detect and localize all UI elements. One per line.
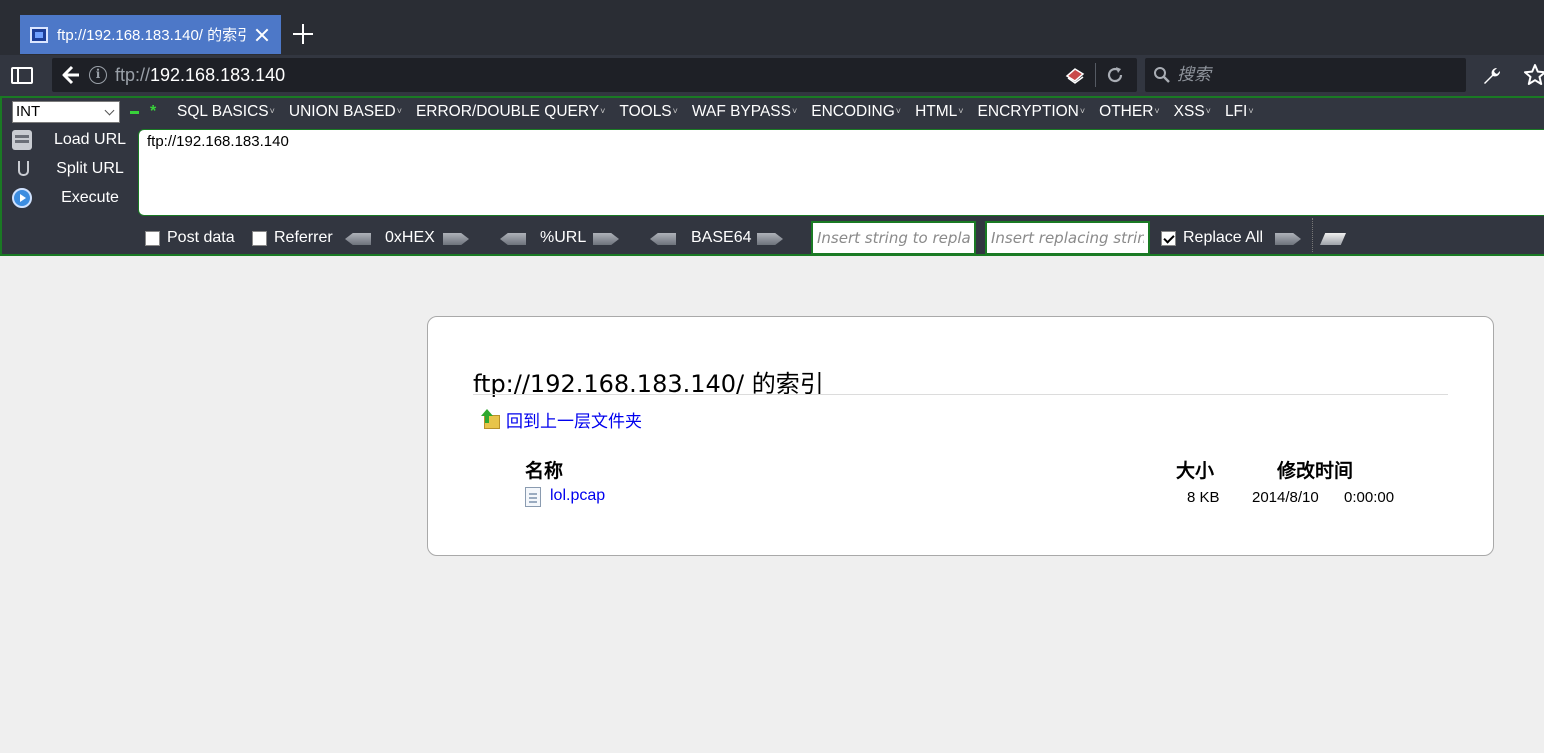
- reload-icon[interactable]: [1105, 65, 1125, 85]
- hackbar-separator: [1312, 218, 1313, 252]
- file-icon: [525, 487, 541, 507]
- address-bar[interactable]: i ftp://192.168.183.140: [52, 58, 1137, 92]
- post-data-checkbox[interactable]: Post data: [145, 229, 235, 247]
- split-url-label: Split URL: [56, 160, 124, 177]
- menu-union-based[interactable]: UNION BASED: [289, 103, 402, 121]
- replace-all-checkbox[interactable]: Replace All: [1161, 229, 1263, 247]
- file-size: 8 KB: [1187, 489, 1220, 506]
- folder-up-icon: [481, 408, 501, 431]
- referrer-checkbox-box[interactable]: [252, 230, 267, 246]
- url-text[interactable]: ftp://192.168.183.140: [115, 65, 285, 86]
- search-input[interactable]: [1177, 58, 1457, 92]
- base64-label: BASE64: [691, 229, 752, 246]
- injection-type-select[interactable]: INT: [12, 101, 120, 123]
- search-icon: [1153, 66, 1171, 84]
- column-modified-header: 修改时间: [1277, 460, 1354, 482]
- split-url-button[interactable]: Split URL: [12, 157, 130, 181]
- table-row: lol.pcap 8 KB 2014/8/10 0:00:00: [525, 486, 1425, 508]
- tab-title: ftp://192.168.183.140/ 的索引: [57, 27, 247, 44]
- file-date: 2014/8/10: [1252, 489, 1319, 506]
- column-size-header: 大小: [1176, 460, 1215, 482]
- replace-all-label: Replace All: [1183, 229, 1264, 246]
- navigation-bar: i ftp://192.168.183.140: [0, 55, 1544, 96]
- replace-apply-arrow-icon[interactable]: [1275, 233, 1301, 245]
- load-url-icon: [12, 130, 32, 150]
- info-icon[interactable]: i: [89, 66, 107, 84]
- url-host: 192.168.183.140: [150, 65, 286, 85]
- computer-icon: [30, 26, 48, 43]
- file-name-link[interactable]: lol.pcap: [550, 487, 605, 505]
- referrer-checkbox[interactable]: Referrer: [252, 229, 333, 247]
- menu-error-double-query[interactable]: ERROR/DOUBLE QUERY: [416, 103, 605, 121]
- replace-string-input[interactable]: [811, 221, 976, 255]
- menu-encoding[interactable]: ENCODING: [811, 103, 901, 121]
- execute-label: Execute: [61, 189, 119, 206]
- url-label: %URL: [540, 229, 587, 246]
- decrease-icon[interactable]: [130, 111, 139, 114]
- hackbar-panel: INT * SQL BASICS UNION BASED ERROR/DOUBL…: [0, 96, 1544, 256]
- post-data-label: Post data: [167, 229, 235, 246]
- sidebar-toggle-icon[interactable]: [11, 67, 33, 84]
- base64-decode-arrow-icon[interactable]: [650, 233, 676, 245]
- hackbar-menu: SQL BASICS UNION BASED ERROR/DOUBLE QUER…: [177, 103, 1268, 121]
- menu-encryption[interactable]: ENCRYPTION: [978, 103, 1086, 121]
- post-data-checkbox-box[interactable]: [145, 230, 160, 246]
- menu-sql-basics[interactable]: SQL BASICS: [177, 103, 275, 121]
- menu-html[interactable]: HTML: [915, 103, 963, 121]
- menu-waf-bypass[interactable]: WAF BYPASS: [692, 103, 797, 121]
- menu-lfi[interactable]: LFI: [1225, 103, 1254, 121]
- increase-icon[interactable]: *: [150, 103, 156, 121]
- hex-label: 0xHEX: [385, 229, 435, 246]
- close-tab-icon[interactable]: [253, 26, 271, 44]
- hackbar-url-textarea[interactable]: ftp://192.168.183.140: [138, 129, 1544, 216]
- url-scheme: ftp://: [115, 65, 151, 85]
- new-tab-plus-icon[interactable]: [290, 21, 316, 47]
- url-bar-separator: [1095, 63, 1096, 87]
- menu-other[interactable]: OTHER: [1099, 103, 1160, 121]
- menu-tools[interactable]: TOOLS: [619, 103, 678, 121]
- column-name-header: 名称: [525, 460, 564, 482]
- back-arrow-icon[interactable]: [57, 62, 83, 88]
- referrer-label: Referrer: [274, 229, 333, 246]
- title-divider: [473, 394, 1448, 395]
- search-box[interactable]: [1145, 58, 1466, 92]
- menu-xss[interactable]: XSS: [1174, 103, 1211, 121]
- parent-folder-link[interactable]: 回到上一层文件夹: [481, 407, 642, 432]
- replace-all-apply-icon[interactable]: [1320, 233, 1346, 245]
- hex-encode-arrow-icon[interactable]: [443, 233, 469, 245]
- url-decode-arrow-icon[interactable]: [500, 233, 526, 245]
- directory-listing-panel: ftp://192.168.183.140/ 的索引 回到上一层文件夹 名称 大…: [427, 316, 1494, 556]
- wrench-icon[interactable]: [1480, 64, 1504, 88]
- load-url-label: Load URL: [53, 131, 127, 148]
- replace-all-checkbox-box[interactable]: [1161, 230, 1176, 246]
- base64-encode-arrow-icon[interactable]: [757, 233, 783, 245]
- execute-play-icon: [12, 188, 32, 208]
- split-url-icon: [12, 159, 32, 179]
- hex-decode-arrow-icon[interactable]: [345, 233, 371, 245]
- replacing-string-input[interactable]: [985, 221, 1150, 255]
- hackbar-bottom-row: Post data Referrer 0xHEX %URL BASE64 Rep…: [145, 218, 1544, 255]
- bookmark-star-icon[interactable]: [1523, 63, 1544, 87]
- tab-active[interactable]: ftp://192.168.183.140/ 的索引: [20, 15, 281, 54]
- reader-view-icon[interactable]: [1065, 66, 1085, 84]
- load-url-button[interactable]: Load URL: [12, 128, 130, 152]
- execute-button[interactable]: Execute: [12, 186, 130, 210]
- url-encode-arrow-icon[interactable]: [593, 233, 619, 245]
- file-time: 0:00:00: [1344, 489, 1395, 506]
- parent-folder-label: 回到上一层文件夹: [506, 412, 642, 432]
- tab-strip: ftp://192.168.183.140/ 的索引: [0, 0, 1544, 55]
